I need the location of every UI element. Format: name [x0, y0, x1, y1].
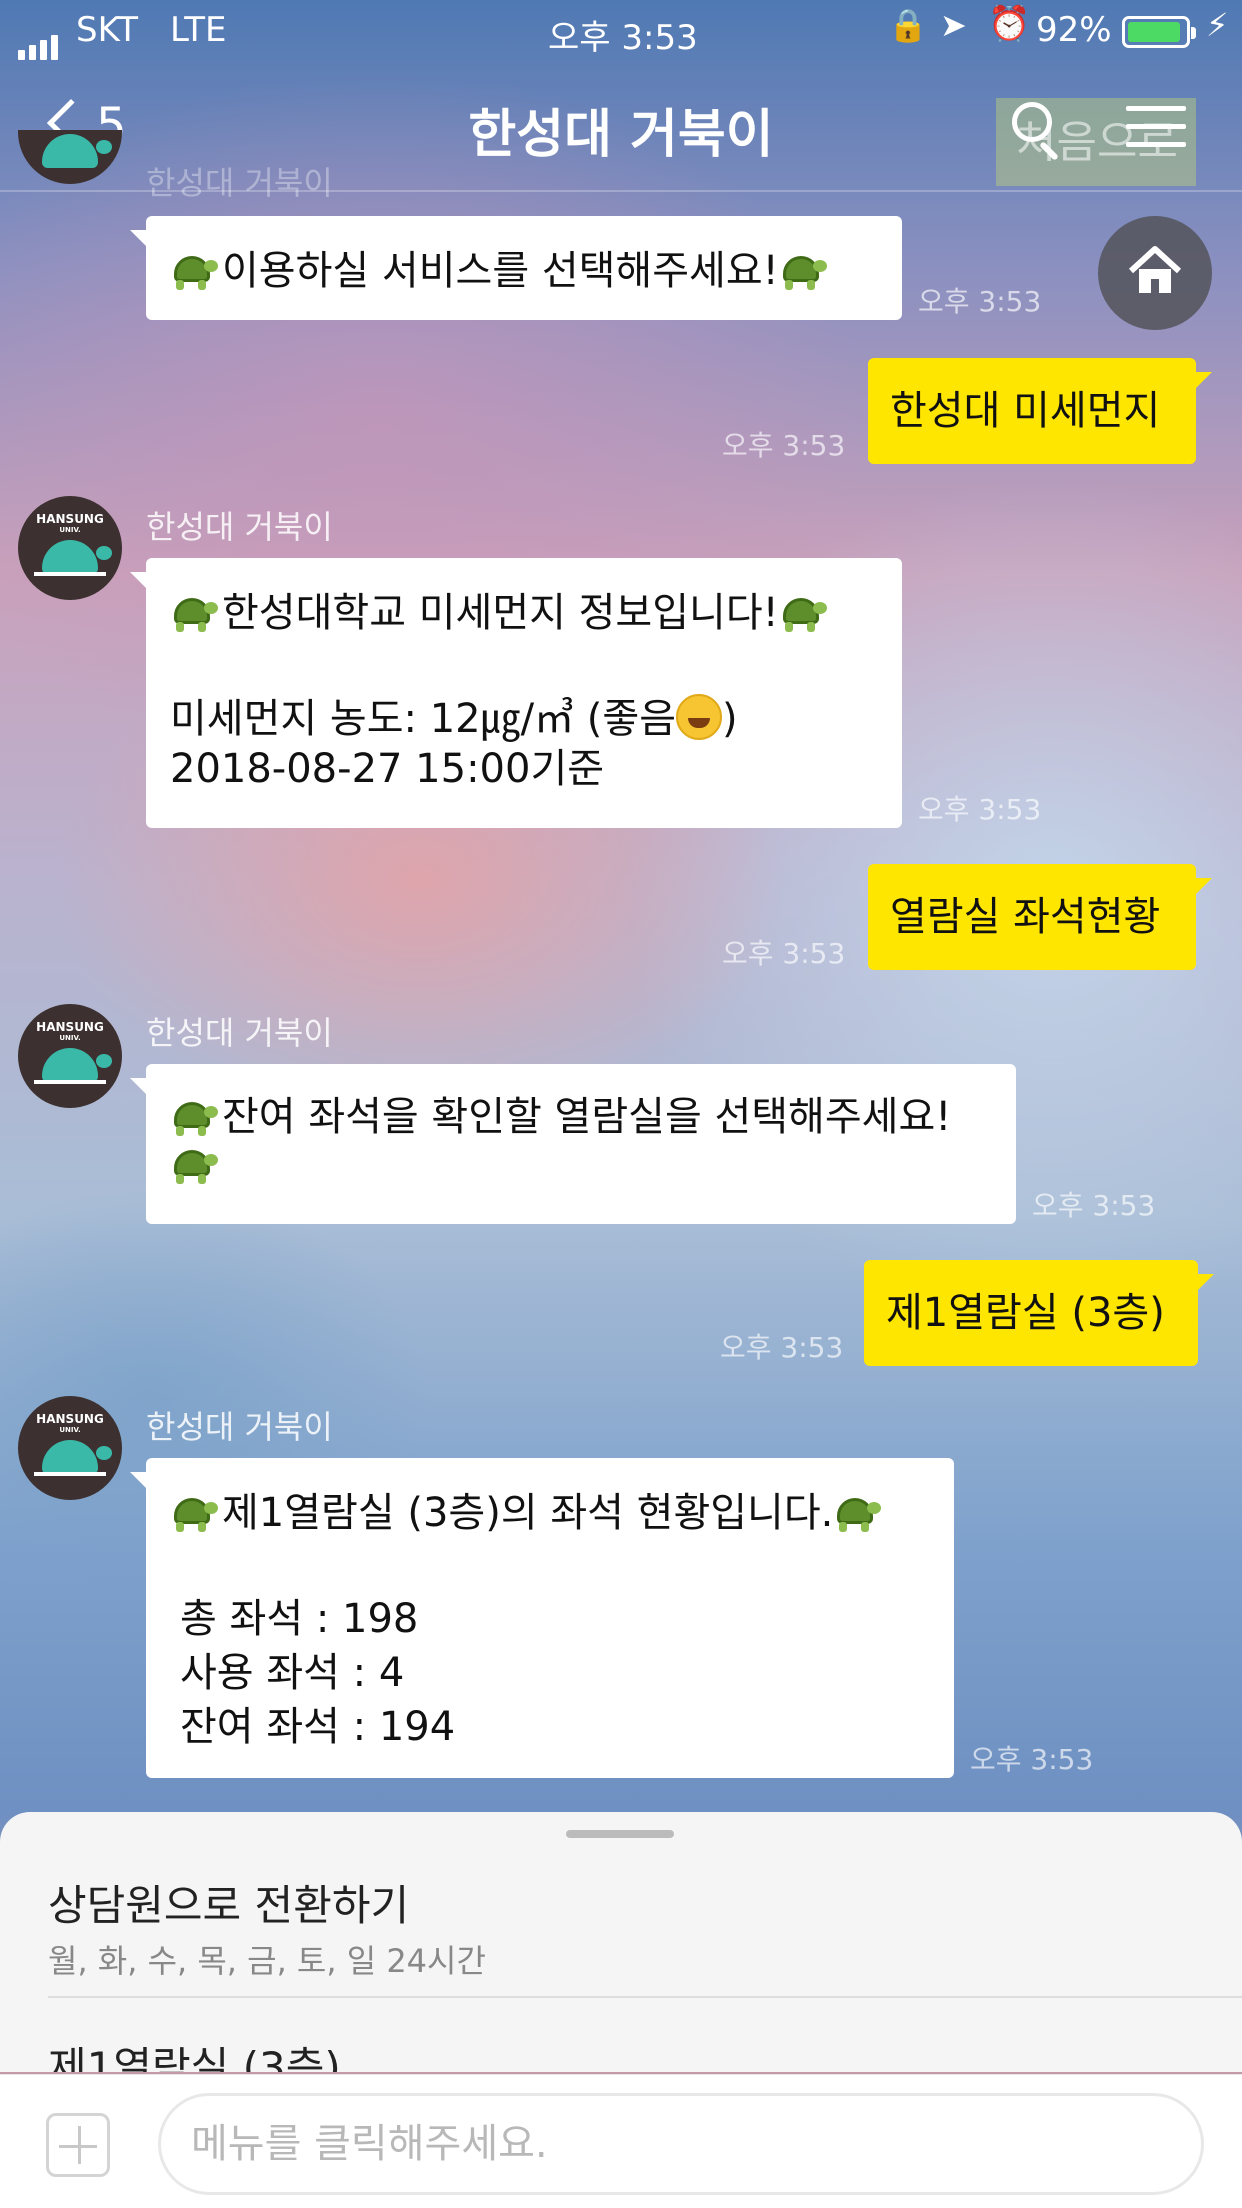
location-icon: ➤ [940, 6, 967, 44]
home-icon [1128, 246, 1182, 293]
sheet-handle[interactable] [566, 1830, 674, 1838]
bot-avatar[interactable]: HANSUNG UNIV. [18, 496, 122, 600]
plus-button[interactable] [46, 2113, 110, 2177]
message-text: 잔여 좌석 : 194 [180, 1704, 456, 1750]
input-bar [0, 2074, 1242, 2208]
menu-item-agent[interactable]: 상담원으로 전환하기 [48, 1872, 409, 1933]
message-text: 잔여 좌석을 확인할 열람실을 선택해주세요! [222, 1094, 952, 1140]
message-text: 총 좌석 : 198 [180, 1596, 419, 1642]
message-text: 2018-08-27 15:00기준 [170, 746, 605, 792]
message-text: 사용 좌석 : 4 [180, 1650, 405, 1696]
message-time: 오후 3:53 [720, 1331, 844, 1364]
bot-message[interactable]: 이용하실 서비스를 선택해주세요! [130, 216, 902, 320]
status-bar: SKT LTE 오후 3:53 🔒 ➤ ⏰ 92% ⚡ [0, 0, 1242, 62]
message-time: 오후 3:53 [918, 793, 1042, 826]
turtle-emoji-icon [170, 246, 222, 292]
message-input[interactable] [158, 2093, 1204, 2195]
home-button[interactable] [1098, 216, 1212, 330]
menu-icon [1126, 106, 1186, 111]
battery-icon [1122, 16, 1196, 48]
status-time: 오후 3:53 [548, 18, 698, 58]
divider [48, 1996, 1242, 1998]
sender-name: 한성대 거북이 [146, 1014, 333, 1052]
charging-icon: ⚡ [1206, 6, 1229, 44]
turtle-emoji-icon [779, 588, 831, 634]
search-icon [1012, 102, 1052, 142]
bot-message[interactable]: 제1열람실 (3층)의 좌석 현황입니다. 총 좌석 : 198 사용 좌석 :… [130, 1458, 954, 1778]
message-time: 오후 3:53 [918, 285, 1042, 318]
sender-name: 한성대 거북이 [146, 508, 333, 546]
menu-item-agent-hours: 월, 화, 수, 목, 금, 토, 일 24시간 [48, 1942, 486, 1980]
laughing-emoji-icon [676, 694, 723, 740]
turtle-emoji-icon [170, 1092, 222, 1138]
sender-name: 한성대 거북이 [146, 1408, 333, 1446]
sender-name: 한성대 거북이 [146, 164, 333, 202]
search-button[interactable] [1008, 98, 1068, 161]
turtle-emoji-icon [833, 1488, 885, 1534]
user-message[interactable]: 열람실 좌석현황 [868, 864, 1212, 970]
bot-avatar[interactable]: HANSUNG UNIV. [18, 1004, 122, 1108]
message-time: 오후 3:53 [722, 429, 846, 462]
turtle-emoji-icon [170, 1488, 222, 1534]
user-message[interactable]: 제1열람실 (3층) [864, 1260, 1214, 1366]
bot-avatar[interactable]: HANSUNG UNIV. [18, 1396, 122, 1500]
message-text: 미세먼지 농도: 12㎍/㎥ (좋음 [170, 696, 677, 742]
battery-fill [1128, 22, 1180, 42]
message-text: 이용하실 서비스를 선택해주세요! [222, 248, 779, 294]
menu-button[interactable] [1126, 102, 1190, 152]
turtle-emoji-icon [170, 1140, 222, 1186]
alarm-icon: ⏰ [988, 4, 1031, 44]
turtle-emoji-icon [779, 246, 831, 292]
message-time: 오후 3:53 [970, 1743, 1094, 1776]
signal-icon [18, 20, 62, 60]
turtle-emoji-icon [170, 588, 222, 634]
message-text: 한성대학교 미세먼지 정보입니다! [222, 590, 779, 636]
message-time: 오후 3:53 [1032, 1189, 1156, 1222]
orientation-lock-icon: 🔒 [888, 6, 928, 44]
bot-message[interactable]: 잔여 좌석을 확인할 열람실을 선택해주세요! [130, 1064, 1016, 1224]
quick-menu-sheet: 상담원으로 전환하기 월, 화, 수, 목, 금, 토, 일 24시간 제1열람… [0, 1812, 1242, 2072]
bot-message[interactable]: 한성대학교 미세먼지 정보입니다! 미세먼지 농도: 12㎍/㎥ (좋음) 20… [130, 558, 902, 828]
message-text: 제1열람실 (3층)의 좌석 현황입니다. [222, 1490, 834, 1536]
carrier-label: SKT [76, 10, 139, 50]
battery-percent: 92% [1036, 10, 1112, 50]
message-time: 오후 3:53 [722, 937, 846, 970]
user-message[interactable]: 한성대 미세먼지 [868, 358, 1212, 464]
network-label: LTE [170, 10, 227, 50]
menu-item-reading-room[interactable]: 제1열람실 (3층) [48, 2034, 341, 2072]
